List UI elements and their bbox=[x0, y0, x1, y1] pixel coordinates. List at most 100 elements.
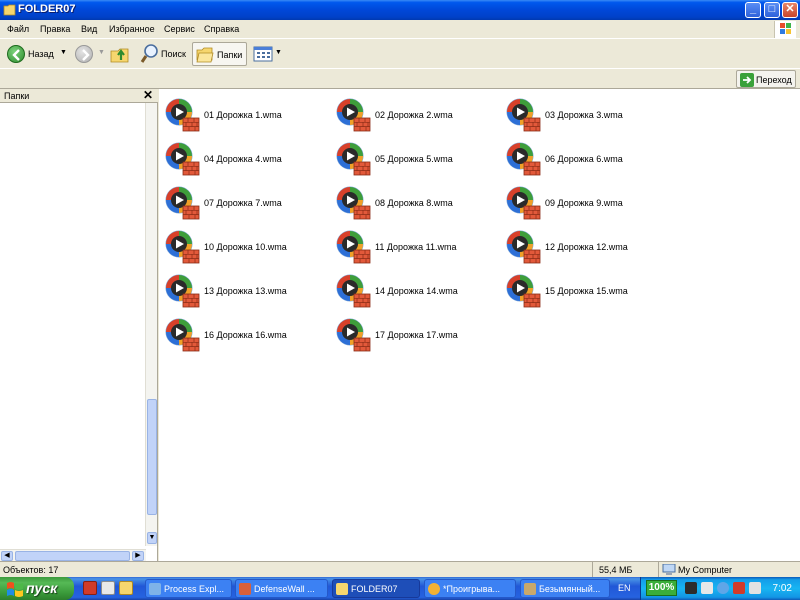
antivirus-tray-icon[interactable] bbox=[701, 582, 713, 594]
pdf-tray-icon[interactable] bbox=[733, 582, 745, 594]
folders-toggle-button[interactable]: Папки bbox=[192, 42, 247, 66]
start-button[interactable]: пуск bbox=[0, 577, 74, 600]
task-defensewall[interactable]: DefenseWall ... bbox=[235, 579, 328, 598]
file-name: 10 Дорожка 10.wma bbox=[204, 242, 287, 252]
search-button[interactable]: Поиск bbox=[138, 42, 190, 66]
file-item[interactable]: 08 Дорожка 8.wma bbox=[330, 181, 490, 221]
menu-help[interactable]: Справка bbox=[204, 24, 239, 34]
file-item[interactable]: 10 Дорожка 10.wma bbox=[159, 225, 319, 265]
views-icon bbox=[253, 46, 273, 62]
media-player-file-icon bbox=[165, 142, 200, 176]
file-name: 16 Дорожка 16.wma bbox=[204, 330, 287, 340]
file-item[interactable]: 01 Дорожка 1.wma bbox=[159, 93, 319, 133]
windows-logo-icon bbox=[774, 21, 796, 38]
paint-icon bbox=[524, 583, 536, 595]
close-button[interactable]: ✕ bbox=[782, 2, 798, 18]
minimize-button[interactable]: _ bbox=[745, 2, 761, 18]
file-name: 14 Дорожка 14.wma bbox=[375, 286, 458, 296]
file-name: 15 Дорожка 15.wma bbox=[545, 286, 628, 296]
scroll-right-arrow-icon[interactable]: ▶ bbox=[132, 551, 144, 561]
menu-edit[interactable]: Правка bbox=[40, 24, 70, 34]
file-item[interactable]: 15 Дорожка 15.wma bbox=[500, 269, 660, 309]
status-size: 55,4 МБ bbox=[599, 565, 633, 575]
go-arrow-icon bbox=[740, 73, 754, 87]
back-button[interactable]: Назад ▼ bbox=[4, 42, 68, 66]
file-name: 08 Дорожка 8.wma bbox=[375, 198, 453, 208]
file-item[interactable]: 06 Дорожка 6.wma bbox=[500, 137, 660, 177]
window-title: FOLDER07 bbox=[18, 3, 76, 15]
task-paint[interactable]: Безымянный... bbox=[520, 579, 610, 598]
media-player-file-icon bbox=[165, 318, 200, 352]
back-dropdown-icon[interactable]: ▼ bbox=[60, 49, 67, 56]
status-location: My Computer bbox=[678, 565, 733, 575]
go-button[interactable]: Переход bbox=[736, 70, 796, 88]
folders-pane-close-button[interactable]: ✕ bbox=[143, 88, 153, 102]
language-indicator[interactable]: EN bbox=[618, 583, 631, 593]
defensewall-icon bbox=[239, 583, 251, 595]
title-bar[interactable]: FOLDER07 _ □ ✕ bbox=[0, 0, 800, 20]
folders-horizontal-scroll-thumb[interactable] bbox=[15, 551, 130, 561]
menu-view[interactable]: Вид bbox=[81, 24, 97, 34]
clock: 7:02 bbox=[772, 583, 792, 594]
task-process-explorer[interactable]: Process Expl... bbox=[145, 579, 232, 598]
file-item[interactable]: 02 Дорожка 2.wma bbox=[330, 93, 490, 133]
forward-button[interactable]: ▼ bbox=[72, 42, 105, 66]
menu-favorites[interactable]: Избранное bbox=[109, 24, 155, 34]
menu-file[interactable]: Файл bbox=[7, 24, 29, 34]
media-player-file-icon bbox=[336, 98, 371, 132]
folders-label: Папки bbox=[217, 50, 243, 60]
status-size-cell: 55,4 МБ bbox=[592, 562, 658, 578]
folder-icon bbox=[3, 4, 16, 16]
file-item[interactable]: 17 Дорожка 17.wma bbox=[330, 313, 490, 353]
menu-tools[interactable]: Сервис bbox=[164, 24, 195, 34]
file-name: 03 Дорожка 3.wma bbox=[545, 110, 623, 120]
media-player-file-icon bbox=[506, 142, 541, 176]
computer-icon bbox=[662, 564, 676, 575]
taskbar: пуск Process Expl... DefenseWall ... FOL… bbox=[0, 577, 800, 600]
task-label: Безымянный... bbox=[539, 584, 601, 594]
status-location-cell: My Computer bbox=[658, 562, 800, 578]
update-tray-icon[interactable] bbox=[717, 582, 729, 594]
file-item[interactable]: 12 Дорожка 12.wma bbox=[500, 225, 660, 265]
media-player-file-icon bbox=[506, 186, 541, 220]
speaker-tray-icon[interactable] bbox=[749, 582, 761, 594]
browser-quicklaunch-icon[interactable] bbox=[83, 581, 97, 595]
folders-pane: Папки ✕ ▼ ◀ ▶ bbox=[0, 88, 158, 561]
file-item[interactable]: 03 Дорожка 3.wma bbox=[500, 93, 660, 133]
file-item[interactable]: 14 Дорожка 14.wma bbox=[330, 269, 490, 309]
file-item[interactable]: 05 Дорожка 5.wma bbox=[330, 137, 490, 177]
task-label: *Проигрыва... bbox=[443, 584, 500, 594]
file-item[interactable]: 13 Дорожка 13.wma bbox=[159, 269, 319, 309]
shield-quicklaunch-icon[interactable] bbox=[101, 581, 115, 595]
folders-vertical-scroll-thumb[interactable] bbox=[147, 399, 157, 515]
network-tray-icon[interactable] bbox=[685, 582, 697, 594]
folder-quicklaunch-icon[interactable] bbox=[119, 581, 133, 595]
scroll-left-arrow-icon[interactable]: ◀ bbox=[1, 551, 13, 561]
folders-pane-title: Папки bbox=[4, 91, 30, 101]
media-player-file-icon bbox=[506, 98, 541, 132]
file-name: 07 Дорожка 7.wma bbox=[204, 198, 282, 208]
file-item[interactable]: 11 Дорожка 11.wma bbox=[330, 225, 490, 265]
scroll-down-arrow-icon[interactable]: ▼ bbox=[147, 532, 157, 544]
up-folder-icon bbox=[110, 48, 129, 63]
zoom-level-badge[interactable]: 100% bbox=[646, 580, 677, 596]
up-folder-button[interactable] bbox=[108, 42, 134, 66]
file-item[interactable]: 07 Дорожка 7.wma bbox=[159, 181, 319, 221]
forward-arrow-icon bbox=[75, 45, 93, 63]
media-player-file-icon bbox=[165, 274, 200, 308]
maximize-button[interactable]: □ bbox=[764, 2, 780, 18]
task-label: Process Expl... bbox=[164, 584, 225, 594]
views-button[interactable]: ▼ bbox=[250, 42, 284, 66]
file-name: 05 Дорожка 5.wma bbox=[375, 154, 453, 164]
start-label: пуск bbox=[26, 580, 58, 596]
file-name: 12 Дорожка 12.wma bbox=[545, 242, 628, 252]
file-item[interactable]: 04 Дорожка 4.wma bbox=[159, 137, 319, 177]
task-folder07[interactable]: FOLDER07 bbox=[332, 579, 420, 598]
task-media-player[interactable]: *Проигрыва... bbox=[424, 579, 516, 598]
file-name: 17 Дорожка 17.wma bbox=[375, 330, 458, 340]
file-item[interactable]: 09 Дорожка 9.wma bbox=[500, 181, 660, 221]
folders-vertical-scrollbar[interactable]: ▼ bbox=[145, 103, 157, 546]
system-tray: 100% 7:02 bbox=[640, 577, 800, 600]
file-item[interactable]: 16 Дорожка 16.wma bbox=[159, 313, 319, 353]
folders-horizontal-scrollbar[interactable]: ◀ ▶ bbox=[0, 549, 146, 561]
